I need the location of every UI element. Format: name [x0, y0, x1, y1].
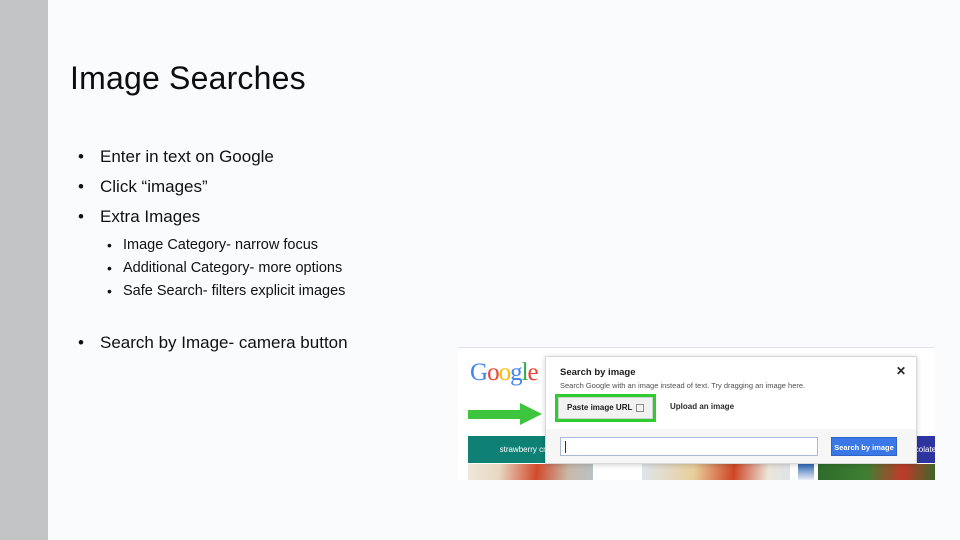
sub-list-item-label: Image Category- narrow focus: [123, 237, 319, 253]
list-item-label: Extra Images: [100, 207, 201, 226]
sub-list-item: • Image Category- narrow focus: [105, 234, 470, 257]
page-title: Image Searches: [70, 60, 306, 96]
sub-list-item-label: Safe Search- filters explicit images: [123, 283, 346, 299]
logo-letter: g: [510, 359, 522, 386]
bullet-icon: •: [78, 207, 84, 226]
sub-bullet-icon: •: [107, 283, 112, 299]
sub-bullet-list: • Image Category- narrow focus • Additio…: [105, 234, 470, 303]
thumbnail-image[interactable]: [642, 464, 790, 480]
sub-list-item-label: Additional Category- more options: [123, 260, 343, 276]
list-item: • Click “images”: [70, 172, 470, 202]
green-arrow-annotation-icon: [468, 403, 548, 425]
sub-list-item: • Safe Search- filters explicit images: [105, 280, 470, 303]
arrow-shaft: [468, 410, 523, 419]
sub-list-item: • Additional Category- more options: [105, 257, 470, 280]
tab-paste-image-url[interactable]: Paste image URL: [558, 397, 654, 419]
thumbnail-image[interactable]: [468, 464, 593, 480]
list-item-label: Search by Image- camera button: [100, 333, 348, 352]
search-by-image-dialog: Search by image Search Google with an im…: [545, 356, 917, 464]
logo-letter: G: [470, 359, 488, 386]
image-url-input[interactable]: [560, 437, 818, 456]
arrow-head: [520, 403, 542, 425]
list-item-final: • Search by Image- camera button: [70, 328, 348, 358]
list-item-label: Click “images”: [100, 177, 208, 196]
bullet-icon: •: [78, 177, 84, 196]
dialog-subtitle: Search Google with an image instead of t…: [560, 381, 806, 390]
image-results-thumbnail-strip: [458, 464, 935, 480]
link-icon: [636, 403, 645, 412]
slide-canvas: Image Searches • Enter in text on Google…: [0, 0, 960, 540]
thumbnail-image[interactable]: [798, 464, 814, 480]
tab-paste-image-url-label: Paste image URL: [567, 403, 633, 412]
dialog-header: Search by image Search Google with an im…: [546, 357, 916, 430]
logo-letter: o: [498, 359, 511, 386]
logo-letter: o: [487, 359, 499, 386]
dialog-body: Search by image: [546, 429, 916, 463]
tab-upload-an-image[interactable]: Upload an image: [670, 397, 734, 417]
google-logo: Google: [470, 359, 539, 386]
embedded-screenshot: Google strawberry cream chocolate Search…: [458, 347, 935, 480]
list-item-label: Enter in text on Google: [100, 147, 274, 166]
bullet-list: • Enter in text on Google • Click “image…: [70, 142, 470, 303]
thumbnail-image[interactable]: [818, 464, 935, 480]
dialog-title: Search by image: [560, 367, 636, 378]
text-caret: [565, 441, 566, 453]
google-results-page: Google strawberry cream chocolate Search…: [458, 348, 935, 480]
bullet-icon: •: [78, 333, 84, 352]
close-icon[interactable]: ✕: [896, 365, 906, 377]
slide-left-accent-bar: [0, 0, 48, 540]
list-item: • Extra Images: [70, 202, 470, 232]
search-by-image-button[interactable]: Search by image: [831, 437, 897, 456]
list-item: • Enter in text on Google: [70, 142, 470, 172]
sub-bullet-icon: •: [107, 237, 112, 253]
bullet-icon: •: [78, 147, 84, 166]
sub-bullet-icon: •: [107, 260, 112, 276]
logo-letter: e: [527, 359, 539, 386]
